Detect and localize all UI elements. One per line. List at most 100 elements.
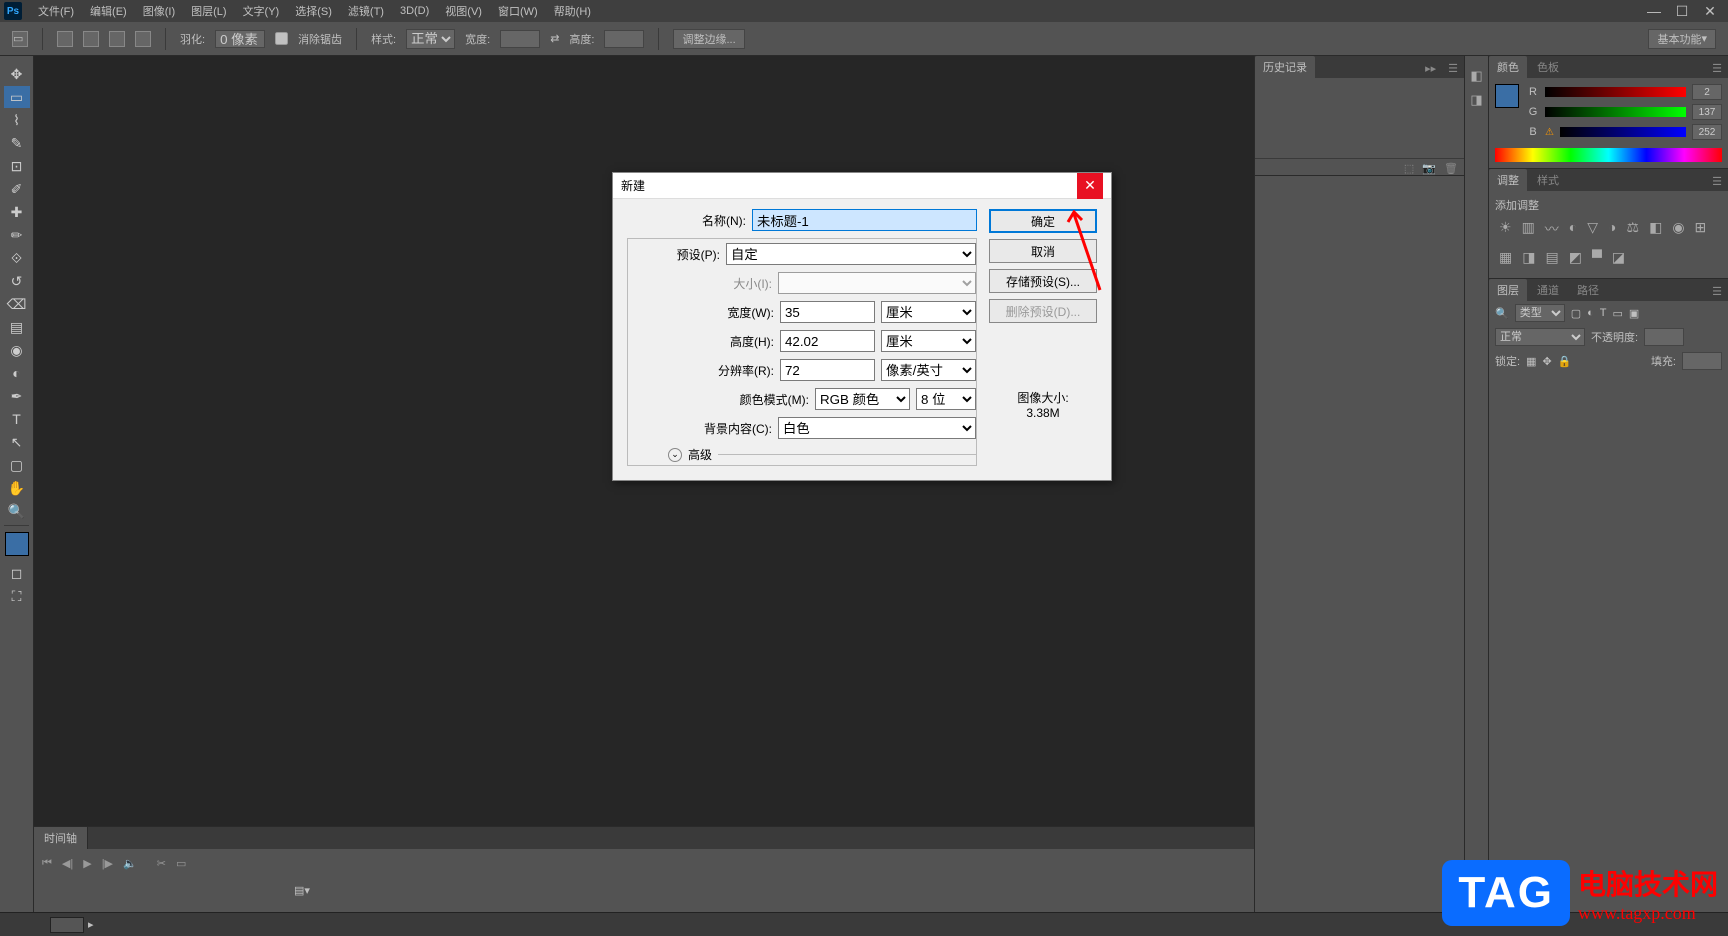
menu-filter[interactable]: 滤镜(T)	[340, 3, 392, 19]
lock-all-icon[interactable]: 🔒	[1558, 355, 1572, 368]
layers-tab[interactable]: 图层	[1489, 279, 1527, 301]
move-tool-icon[interactable]: ✥	[4, 63, 30, 85]
panel-menu-icon[interactable]: ☰	[1706, 172, 1728, 191]
menu-edit[interactable]: 编辑(E)	[82, 3, 135, 19]
dialog-height-input[interactable]	[780, 330, 875, 352]
save-preset-button[interactable]: 存储预设(S)...	[989, 269, 1097, 293]
filter-type-icon[interactable]: T	[1600, 307, 1607, 319]
close-window-icon[interactable]: ✕	[1696, 3, 1724, 20]
feather-input[interactable]	[215, 30, 265, 48]
marquee-tool-indicator-icon[interactable]: ▭	[12, 31, 28, 47]
preset-select[interactable]: 自定	[726, 243, 976, 265]
quick-mask-icon[interactable]: ◻	[4, 562, 30, 584]
color-lookup-icon[interactable]: ▦	[1499, 249, 1512, 266]
collapsed-panel-icon-2[interactable]: ◨	[1467, 90, 1487, 110]
panel-menu-icon[interactable]: ☰	[1442, 59, 1464, 78]
filter-shape-icon[interactable]: ▭	[1613, 307, 1623, 320]
cancel-button[interactable]: 取消	[989, 239, 1097, 263]
exposure-icon[interactable]: ◐	[1569, 219, 1577, 239]
vibrance-icon[interactable]: ▽	[1587, 219, 1598, 239]
timeline-next-frame-icon[interactable]: |▶	[102, 857, 113, 870]
lock-position-icon[interactable]: ✥	[1542, 355, 1551, 368]
filter-smart-icon[interactable]: ▣	[1629, 307, 1639, 320]
r-slider[interactable]	[1545, 87, 1686, 97]
refine-edge-button[interactable]: 调整边缘...	[673, 29, 744, 49]
selection-subtract-icon[interactable]	[109, 31, 125, 47]
marquee-tool-icon[interactable]: ▭	[4, 86, 30, 108]
timeline-prev-frame-icon[interactable]: ◀|	[62, 857, 73, 870]
color-tab[interactable]: 颜色	[1489, 56, 1527, 78]
adjustments-tab[interactable]: 调整	[1489, 169, 1527, 191]
history-new-doc-icon[interactable]: 📷	[1422, 162, 1436, 175]
timeline-transition-icon[interactable]: ▭	[176, 857, 186, 870]
g-slider[interactable]	[1545, 107, 1686, 117]
crop-tool-icon[interactable]: ⊡	[4, 155, 30, 177]
dodge-tool-icon[interactable]: ◐	[4, 362, 30, 384]
selective-color-icon[interactable]: ◪	[1612, 249, 1625, 266]
r-value-input[interactable]	[1692, 84, 1722, 100]
menu-type[interactable]: 文字(Y)	[235, 3, 288, 19]
lasso-tool-icon[interactable]: ⌇	[4, 109, 30, 131]
timeline-options-icon[interactable]: ▤▾	[294, 885, 310, 897]
color-spectrum[interactable]	[1495, 148, 1722, 162]
g-value-input[interactable]	[1692, 104, 1722, 120]
menu-layer[interactable]: 图层(L)	[183, 3, 234, 19]
healing-brush-tool-icon[interactable]: ✚	[4, 201, 30, 223]
pen-tool-icon[interactable]: ✒	[4, 385, 30, 407]
eraser-tool-icon[interactable]: ⌫	[4, 293, 30, 315]
hand-tool-icon[interactable]: ✋	[4, 477, 30, 499]
swap-wh-icon[interactable]: ⇄	[550, 32, 559, 45]
selection-add-icon[interactable]	[83, 31, 99, 47]
panel-menu-icon[interactable]: ☰	[1706, 282, 1728, 301]
menu-3d[interactable]: 3D(D)	[392, 5, 437, 17]
timeline-play-icon[interactable]: ▶	[83, 857, 91, 870]
style-select[interactable]: 正常	[406, 29, 455, 49]
color-mode-select[interactable]: RGB 颜色	[815, 388, 910, 410]
selection-intersect-icon[interactable]	[135, 31, 151, 47]
levels-icon[interactable]: ▥	[1522, 219, 1535, 239]
filter-pixel-icon[interactable]: ▢	[1571, 307, 1581, 320]
gradient-tool-icon[interactable]: ▤	[4, 316, 30, 338]
history-brush-tool-icon[interactable]: ↺	[4, 270, 30, 292]
filter-adjust-icon[interactable]: ◐	[1587, 307, 1594, 319]
panel-collapse-icon[interactable]: ▸▸	[1419, 59, 1442, 78]
panel-menu-icon[interactable]: ☰	[1706, 59, 1728, 78]
menu-view[interactable]: 视图(V)	[437, 3, 490, 19]
path-select-tool-icon[interactable]: ↖	[4, 431, 30, 453]
b-slider[interactable]	[1560, 127, 1686, 137]
type-tool-icon[interactable]: T	[4, 408, 30, 430]
menu-window[interactable]: 窗口(W)	[490, 3, 546, 19]
color-balance-icon[interactable]: ⚖	[1627, 219, 1640, 239]
fg-bg-swatch-icon[interactable]	[1495, 84, 1519, 108]
curves-icon[interactable]: 〰	[1545, 219, 1559, 239]
timeline-first-frame-icon[interactable]: ⏮	[42, 857, 52, 870]
ok-button[interactable]: 确定	[989, 209, 1097, 233]
styles-tab[interactable]: 样式	[1529, 169, 1567, 191]
advanced-toggle[interactable]: ⌄ 高级	[668, 446, 976, 463]
blend-mode-select[interactable]: 正常	[1495, 328, 1585, 346]
menu-file[interactable]: 文件(F)	[30, 3, 82, 19]
eyedropper-tool-icon[interactable]: ✐	[4, 178, 30, 200]
gradient-map-icon[interactable]: ▀	[1592, 249, 1602, 266]
channels-tab[interactable]: 通道	[1529, 279, 1567, 301]
threshold-icon[interactable]: ◩	[1569, 249, 1582, 266]
timeline-tab[interactable]: 时间轴	[34, 827, 88, 849]
dialog-height-unit[interactable]: 厘米	[881, 330, 976, 352]
shape-tool-icon[interactable]: ▢	[4, 454, 30, 476]
layer-filter-type-select[interactable]: 类型	[1515, 304, 1565, 322]
minimize-icon[interactable]: —	[1640, 3, 1668, 20]
hue-sat-icon[interactable]: ◑	[1608, 219, 1616, 239]
resolution-unit[interactable]: 像素/英寸	[881, 359, 976, 381]
quick-select-tool-icon[interactable]: ✎	[4, 132, 30, 154]
menu-image[interactable]: 图像(I)	[135, 3, 183, 19]
menu-select[interactable]: 选择(S)	[287, 3, 340, 19]
swatches-tab[interactable]: 色板	[1529, 56, 1567, 78]
menu-help[interactable]: 帮助(H)	[546, 3, 599, 19]
workspace-switcher[interactable]: 基本功能 ▾	[1648, 29, 1716, 49]
blur-tool-icon[interactable]: ◉	[4, 339, 30, 361]
screen-mode-icon[interactable]: ⛶	[4, 585, 30, 607]
history-tab[interactable]: 历史记录	[1255, 56, 1315, 78]
mini-doc-tab[interactable]	[50, 917, 84, 933]
photo-filter-icon[interactable]: ◉	[1672, 219, 1684, 239]
fill-input[interactable]	[1682, 352, 1722, 370]
